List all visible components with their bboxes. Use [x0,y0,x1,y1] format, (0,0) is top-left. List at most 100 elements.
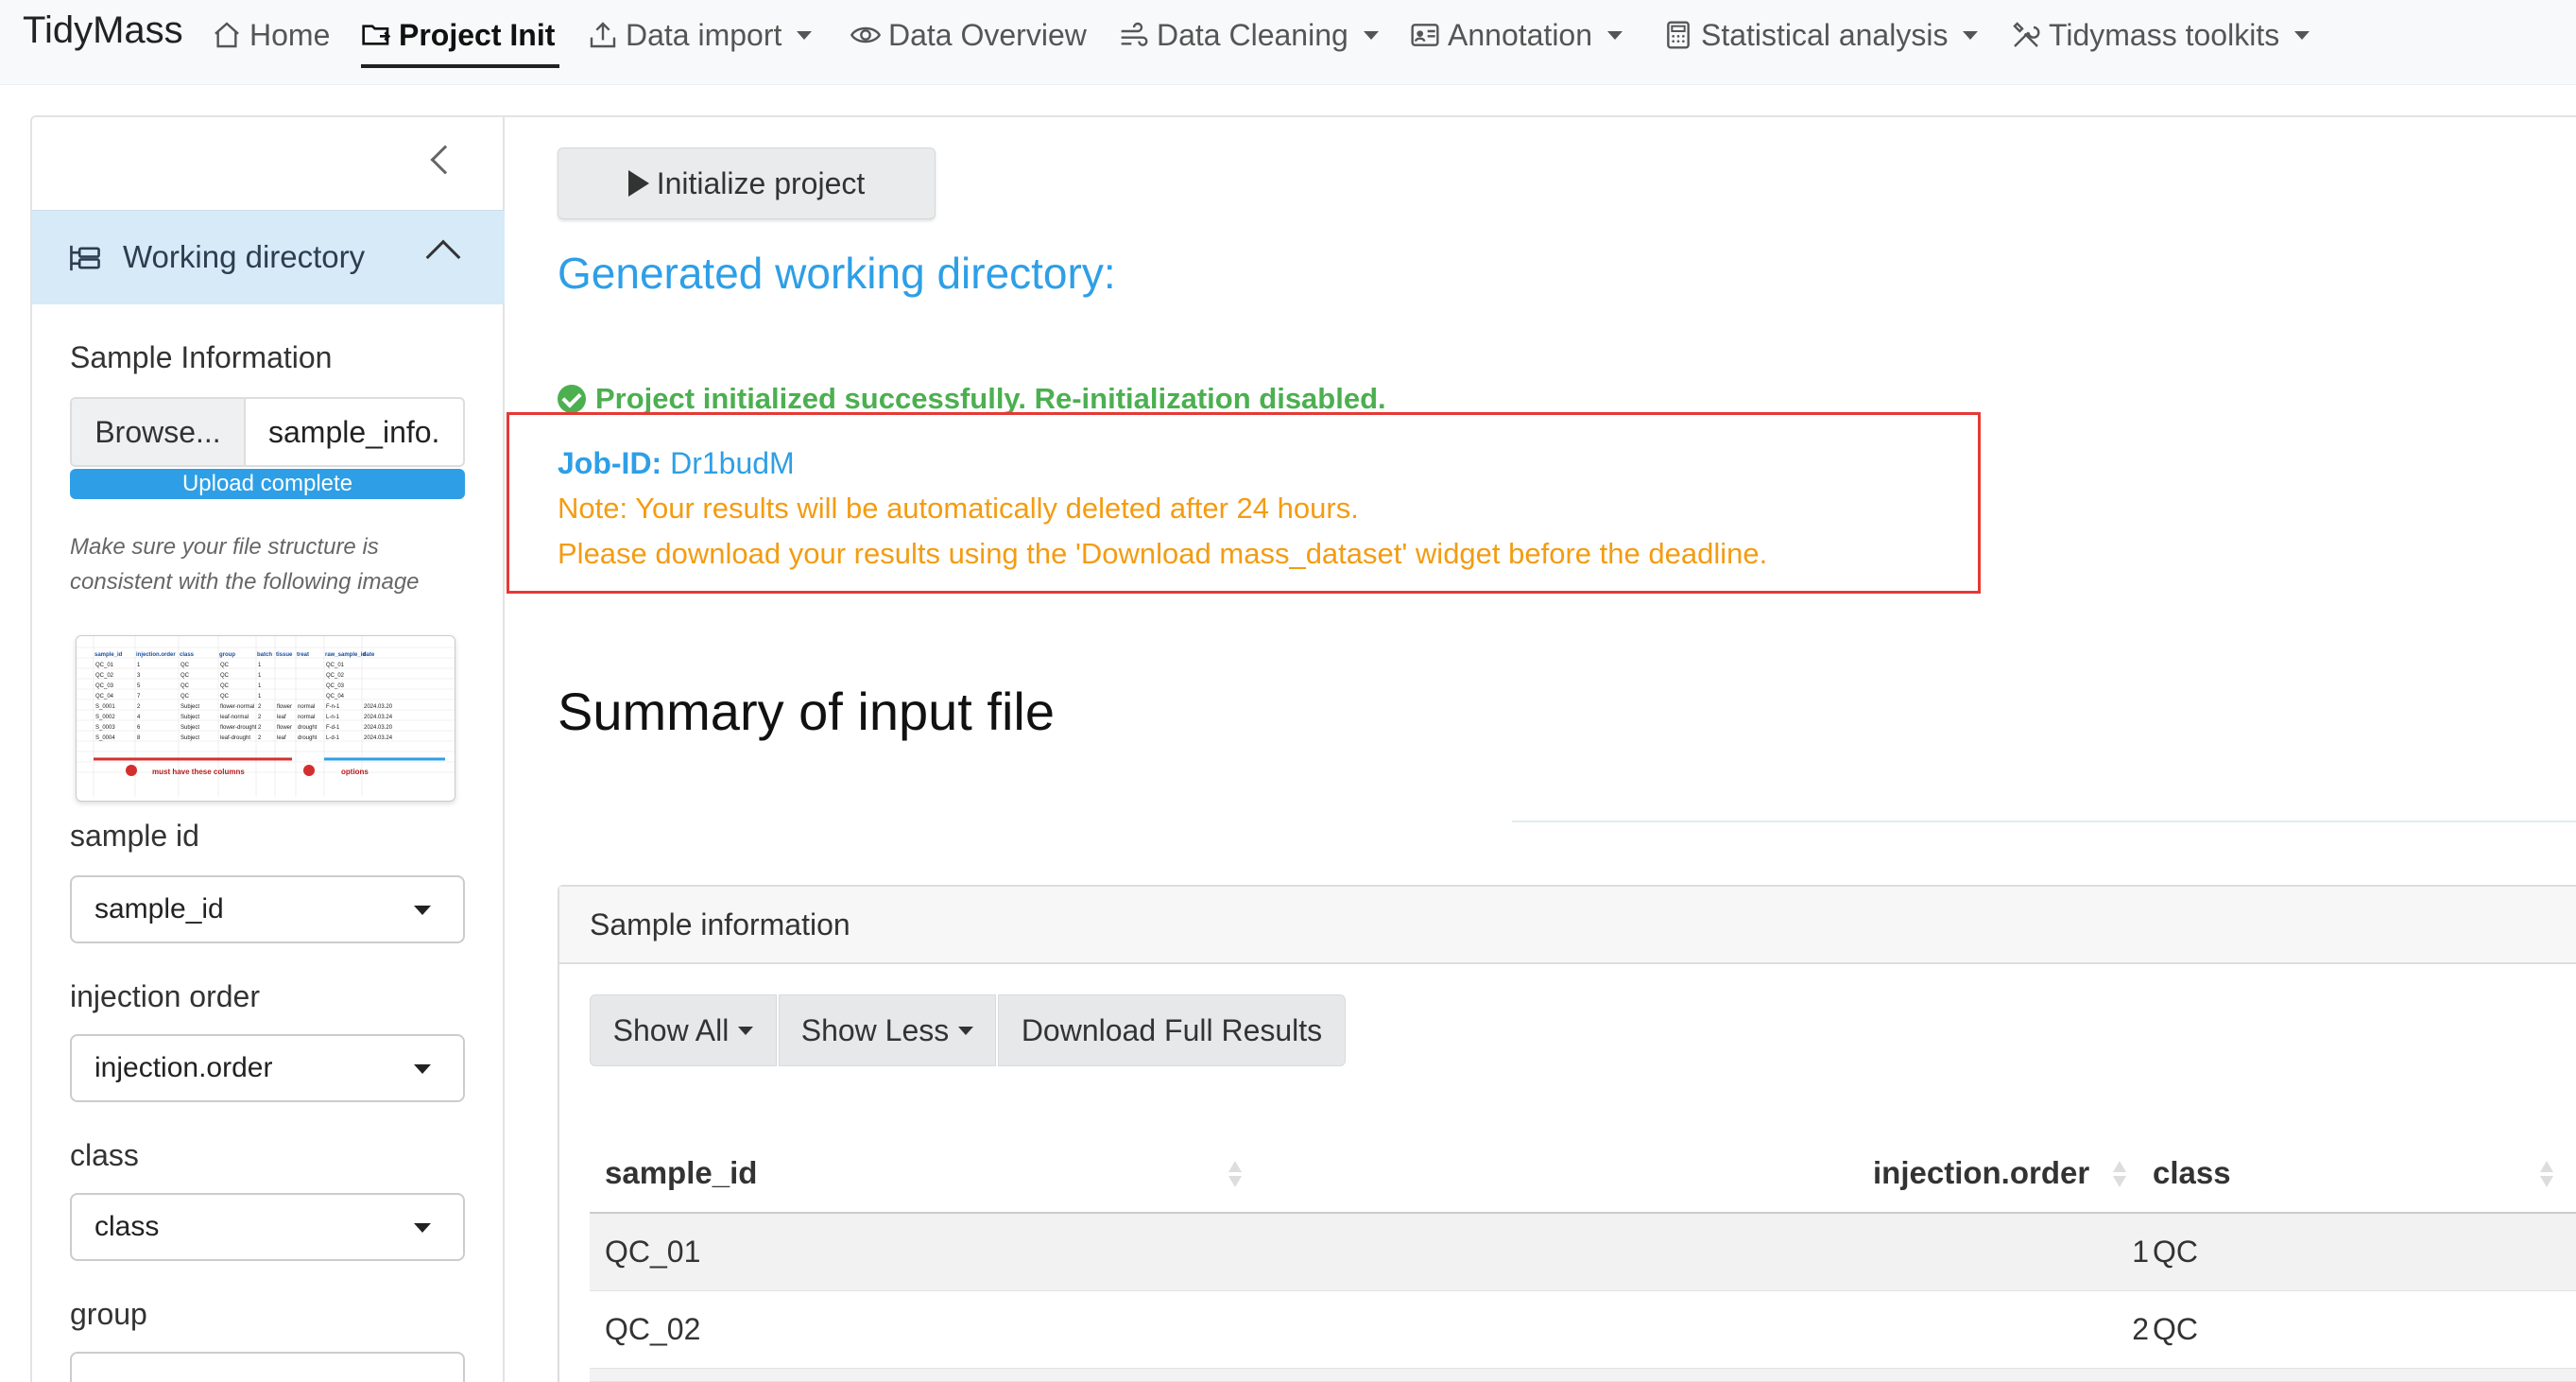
calculator-icon [1667,21,1690,49]
example-sheet: sample_id injection.order class group batch t… [77,636,455,797]
initialize-project-label: Initialize project [656,165,866,200]
wind-icon [1121,22,1148,46]
table-row[interactable]: QC_01 1 QC [590,1214,2576,1291]
browse-button[interactable]: Browse... [72,399,246,465]
sample-id-select-value: sample_id [94,893,224,924]
sheet-cell: leaf [277,715,286,720]
folder-tree-icon [70,245,100,271]
sheet-header-cell: injection.order [136,652,176,658]
class-label: class [70,1138,139,1172]
nav-tidymass-toolkits-label: Tidymass toolkits [2049,17,2280,52]
main-panel-border [505,115,2576,117]
show-less-label: Show Less [800,1012,950,1047]
accordion-working-directory[interactable]: Working directory [32,210,505,304]
show-less-button[interactable]: Show Less [779,994,996,1066]
sheet-cell: 6 [137,725,141,731]
sheet-cell: S_0003 [95,725,115,731]
group-select[interactable]: group [70,1352,465,1382]
column-header-sample-id[interactable]: sample_id [605,1155,757,1191]
nav-project-init-label: Project Init [399,17,556,52]
nav-annotation[interactable]: Annotation [1410,11,1623,59]
sheet-cell: flower [277,725,292,731]
nav-data-overview[interactable]: Data Overview [850,11,1087,59]
check-circle-icon [558,385,586,413]
nav-data-import-label: Data import [626,17,782,52]
id-card-icon [1411,24,1439,46]
sheet-cell: Subject [180,735,199,741]
nav-statistical-analysis[interactable]: Statistical analysis [1663,11,1979,59]
nav-project-init[interactable]: Project Init [361,11,555,59]
sheet-cell: QC_04 [326,694,345,700]
sheet-cell: QC [180,673,190,679]
nav-data-import[interactable]: Data import [588,11,813,59]
sheet-cell: 2 [258,725,262,731]
eye-icon [850,26,881,43]
required-columns-caption: must have these columns [152,768,245,776]
class-select-value: class [94,1211,160,1242]
sheet-cell: leaf [277,735,286,741]
file-structure-hint: Make sure your file structure is consist… [70,534,420,595]
generated-directory-title: Generated working directory: [558,249,1116,298]
sheet-cell: QC [180,694,190,700]
sample-info-file-input[interactable]: Browse... sample_info. [70,397,465,467]
sheet-cell: 2 [258,704,262,710]
initialize-project-button[interactable]: Initialize project [558,147,936,219]
sheet-cell: QC_02 [326,673,345,679]
column-header-class[interactable]: class [2153,1155,2231,1191]
sheet-cell: QC [220,663,230,668]
sheet-cell: 2024.03.20 [364,725,393,731]
chevron-down-icon [797,30,813,40]
brand-logo[interactable]: TidyMass [23,9,183,52]
injection-order-select[interactable]: injection.order [70,1034,465,1102]
sheet-cell: 2024.03.20 [364,704,393,710]
summary-title: Summary of input file [558,682,1055,741]
sheet-cell: 7 [137,694,141,700]
column-header-injection-order[interactable]: injection.order [1873,1155,2089,1191]
job-id-label: Job-ID: [558,446,662,480]
navbar: TidyMass Home Project Init Data import D… [0,0,2576,85]
home-icon [215,22,239,48]
nav-tidymass-toolkits[interactable]: Tidymass toolkits [2011,11,2310,59]
table-row[interactable]: QC_02 2 QC [590,1291,2576,1369]
sheet-cell: QC [220,683,230,689]
sheet-cell: leaf-drought [220,735,250,741]
sheet-cell: QC_03 [95,683,114,689]
sheet-cell: 2 [258,715,262,720]
sheet-cell: L-n-1 [326,715,340,720]
class-select[interactable]: class [70,1193,465,1261]
injection-order-select-value: injection.order [94,1052,273,1083]
caret-down-icon [958,1026,974,1035]
sheet-cell: S_0001 [95,704,115,710]
sheet-header-cell: raw_sample_id [325,652,366,658]
play-icon [627,170,649,197]
sort-icon[interactable] [2113,1159,2126,1189]
chevron-down-icon [2294,30,2310,40]
sheet-cell: QC [180,683,190,689]
sort-icon[interactable] [1228,1159,1242,1189]
show-all-button[interactable]: Show All [590,994,777,1066]
upload-icon [590,22,616,48]
sheet-cell: S_0004 [95,735,115,741]
sheet-cell: flower [277,704,292,710]
sort-icon[interactable] [2540,1159,2553,1189]
sample-id-select[interactable]: sample_id [70,875,465,943]
cell-injection-order: 2 [2132,1312,2149,1346]
sheet-cell: QC [180,663,190,668]
file-name-field[interactable]: sample_info. [246,399,463,465]
nav-home[interactable]: Home [212,11,330,59]
sheet-cell: leaf-normal [220,715,249,720]
sheet-header-cell: tissue [276,652,293,658]
sheet-cell: Subject [180,715,199,720]
show-all-label: Show All [612,1012,730,1047]
sheet-cell: 3 [137,673,141,679]
cell-class: QC [2153,1235,2198,1269]
sheet-cell: flower-normal [220,704,254,710]
sheet-cell: 4 [137,715,141,720]
table-row[interactable] [590,1369,2576,1382]
download-full-results-button[interactable]: Download Full Results [998,994,1346,1066]
sheet-cell: Subject [180,725,199,731]
nav-data-cleaning[interactable]: Data Cleaning [1119,11,1379,59]
sheet-cell: 8 [137,735,141,741]
nav-statistical-analysis-label: Statistical analysis [1701,17,1949,52]
cell-injection-order: 1 [2132,1235,2149,1269]
